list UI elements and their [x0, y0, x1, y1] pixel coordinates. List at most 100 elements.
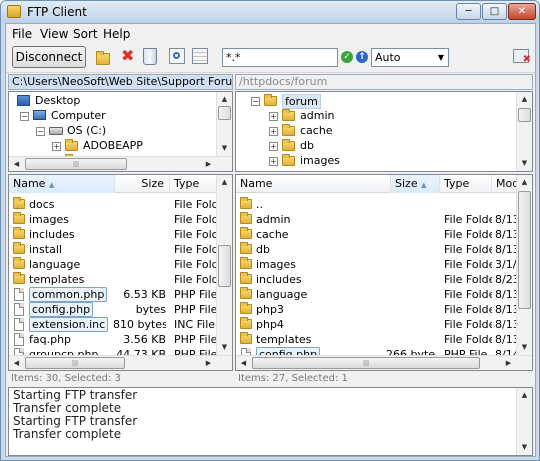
remote-tree-item[interactable]: + images	[236, 154, 441, 168]
expand-icon[interactable]: +	[269, 127, 278, 136]
menu-help[interactable]: Help	[103, 27, 130, 41]
scroll-down-icon[interactable]: ▼	[217, 141, 232, 156]
column-name[interactable]: Name ▲	[9, 175, 115, 193]
local-file-row[interactable]: install File Folder	[9, 242, 217, 257]
local-tree-vscroll[interactable]: ▲ ▼	[216, 92, 232, 156]
local-file-row[interactable]: extension.inc 810 bytes INC File	[9, 317, 217, 332]
local-folder-tree[interactable]: Desktop−Computer−OS (C:)+ADOBEAPP+DELL ▲…	[8, 91, 233, 172]
info-icon[interactable]: ↑	[356, 51, 368, 63]
find-icon[interactable]	[169, 48, 185, 64]
disconnect-button[interactable]: Disconnect	[12, 46, 86, 68]
remote-folder-tree[interactable]: − forum + admin + cache + db + images ▲ ▼	[235, 91, 533, 172]
properties-icon[interactable]	[192, 48, 208, 64]
transfer-log[interactable]: Starting FTP transfer Transfer complete …	[8, 387, 533, 456]
remote-tree-item[interactable]: − forum	[236, 94, 441, 109]
scroll-up-icon[interactable]: ▲	[517, 388, 532, 403]
filter-input[interactable]: *.*	[222, 48, 338, 67]
log-vscroll[interactable]: ▲ ▼	[516, 388, 532, 455]
scroll-right-icon[interactable]: ▶	[201, 356, 216, 370]
expand-icon[interactable]: +	[269, 112, 278, 121]
local-tree-item[interactable]: − Computer	[9, 109, 214, 123]
scroll-thumb[interactable]	[518, 108, 531, 122]
scroll-down-icon[interactable]: ▼	[517, 156, 532, 171]
scroll-thumb[interactable]: |||	[252, 357, 480, 369]
local-tree-item[interactable]: − OS (C:)	[9, 124, 214, 138]
scroll-left-icon[interactable]: ◀	[9, 356, 24, 370]
remote-tree-item[interactable]: + admin	[236, 109, 441, 123]
remote-file-row[interactable]: includes File Folder8/23/20	[236, 272, 517, 287]
scroll-down-icon[interactable]: ▼	[517, 440, 532, 455]
scroll-down-icon[interactable]: ▼	[217, 340, 232, 355]
local-file-row[interactable]: templates File Folder	[9, 272, 217, 287]
title-bar[interactable]: FTP Client ─ □ ✕	[1, 1, 539, 23]
local-file-row[interactable]: images File Folder	[9, 212, 217, 227]
column-size[interactable]: Size ▲	[391, 175, 440, 193]
remote-file-row[interactable]: images File Folder3/1/201	[236, 257, 517, 272]
expand-icon[interactable]: +	[269, 142, 278, 151]
scroll-left-icon[interactable]: ◀	[9, 157, 24, 171]
local-list-hscroll[interactable]: ◀ ||| ▶	[9, 355, 232, 370]
scroll-up-icon[interactable]: ▲	[217, 175, 232, 190]
delete-icon[interactable]: ✖	[121, 48, 134, 64]
scroll-thumb[interactable]: |||	[25, 357, 125, 369]
remote-file-row[interactable]: php4 File Folder8/13/20	[236, 317, 517, 332]
remote-tree-vscroll[interactable]: ▲ ▼	[516, 92, 532, 171]
disconnect-icon[interactable]: ✖	[513, 49, 531, 65]
local-tree-hscroll[interactable]: ◀ ||| ▶	[9, 156, 232, 171]
remote-file-row[interactable]: admin File Folder8/13/20	[236, 212, 517, 227]
column-type[interactable]: Type	[170, 175, 217, 193]
transfer-mode-select[interactable]: Auto ▼	[371, 48, 449, 67]
remote-file-row[interactable]: db File Folder8/13/20	[236, 242, 517, 257]
local-file-row[interactable]: faq.php 3.56 KB PHP File	[9, 332, 217, 347]
column-name[interactable]: Name	[236, 175, 391, 193]
menu-view[interactable]: View	[40, 27, 68, 41]
scroll-up-icon[interactable]: ▲	[217, 92, 232, 107]
maximize-button[interactable]: □	[482, 3, 507, 20]
expand-icon[interactable]: +	[52, 142, 61, 151]
remote-path-bar[interactable]: /httpdocs/forum	[235, 74, 533, 90]
remote-tree-item[interactable]: + db	[236, 139, 441, 153]
scroll-right-icon[interactable]: ▶	[201, 157, 216, 171]
remote-list-hscroll[interactable]: ◀ ||| ▶	[236, 355, 532, 370]
local-file-row[interactable]: config.php bytes PHP File	[9, 302, 217, 317]
scroll-down-icon[interactable]: ▼	[517, 340, 532, 355]
scroll-thumb[interactable]: |||	[25, 158, 127, 170]
collapse-icon[interactable]: −	[251, 97, 260, 106]
column-type[interactable]: Type	[440, 175, 492, 193]
remote-tree-item[interactable]: + cache	[236, 124, 441, 138]
local-file-row[interactable]: common.php 6.53 KB PHP File	[9, 287, 217, 302]
column-size[interactable]: Size	[115, 175, 170, 193]
local-file-row[interactable]: docs File Folder	[9, 197, 217, 212]
local-tree-item[interactable]: Desktop	[9, 94, 214, 108]
check-icon[interactable]: ✓	[341, 51, 353, 63]
collapse-icon[interactable]: −	[36, 127, 45, 136]
close-button[interactable]: ✕	[508, 3, 536, 20]
remote-file-row[interactable]: cache File Folder8/13/20	[236, 227, 517, 242]
local-path-bar[interactable]: C:\Users\NeoSoft\Web Site\Support Forum\…	[8, 74, 233, 90]
remote-file-row[interactable]: templates File Folder8/13/20	[236, 332, 517, 347]
local-file-row[interactable]: language File Folder	[9, 257, 217, 272]
scroll-up-icon[interactable]: ▲	[517, 92, 532, 107]
minimize-button[interactable]: ─	[456, 3, 481, 20]
menu-sort[interactable]: Sort	[73, 27, 98, 41]
local-file-row[interactable]: includes File Folder	[9, 227, 217, 242]
column-modified[interactable]: Modifie	[492, 175, 517, 193]
menu-file[interactable]: File	[12, 27, 32, 41]
collapse-icon[interactable]: −	[20, 112, 29, 121]
remote-file-row[interactable]: php3 File Folder8/13/20	[236, 302, 517, 317]
remote-file-row[interactable]: language File Folder8/13/20	[236, 287, 517, 302]
expand-icon[interactable]: +	[269, 157, 278, 166]
local-list-vscroll[interactable]: ▲ ▼	[216, 175, 232, 355]
scroll-up-icon[interactable]: ▲	[517, 175, 532, 190]
remote-file-row[interactable]: ..	[236, 197, 517, 212]
remote-list-vscroll[interactable]: ▲ ▼	[516, 175, 532, 355]
scroll-thumb[interactable]	[218, 106, 231, 120]
scroll-thumb[interactable]	[518, 191, 531, 309]
recycle-bin-icon[interactable]	[143, 48, 157, 65]
local-tree-item[interactable]: + ADOBEAPP	[9, 139, 214, 153]
folder-icon[interactable]	[96, 51, 110, 65]
scroll-left-icon[interactable]: ◀	[236, 356, 251, 370]
scroll-right-icon[interactable]: ▶	[501, 356, 516, 370]
local-file-list[interactable]: Name ▲ Size Type docs File Folder images Fi…	[8, 174, 233, 371]
remote-file-list[interactable]: Name Size ▲ Type Modifie .. admin File Fol…	[235, 174, 533, 371]
